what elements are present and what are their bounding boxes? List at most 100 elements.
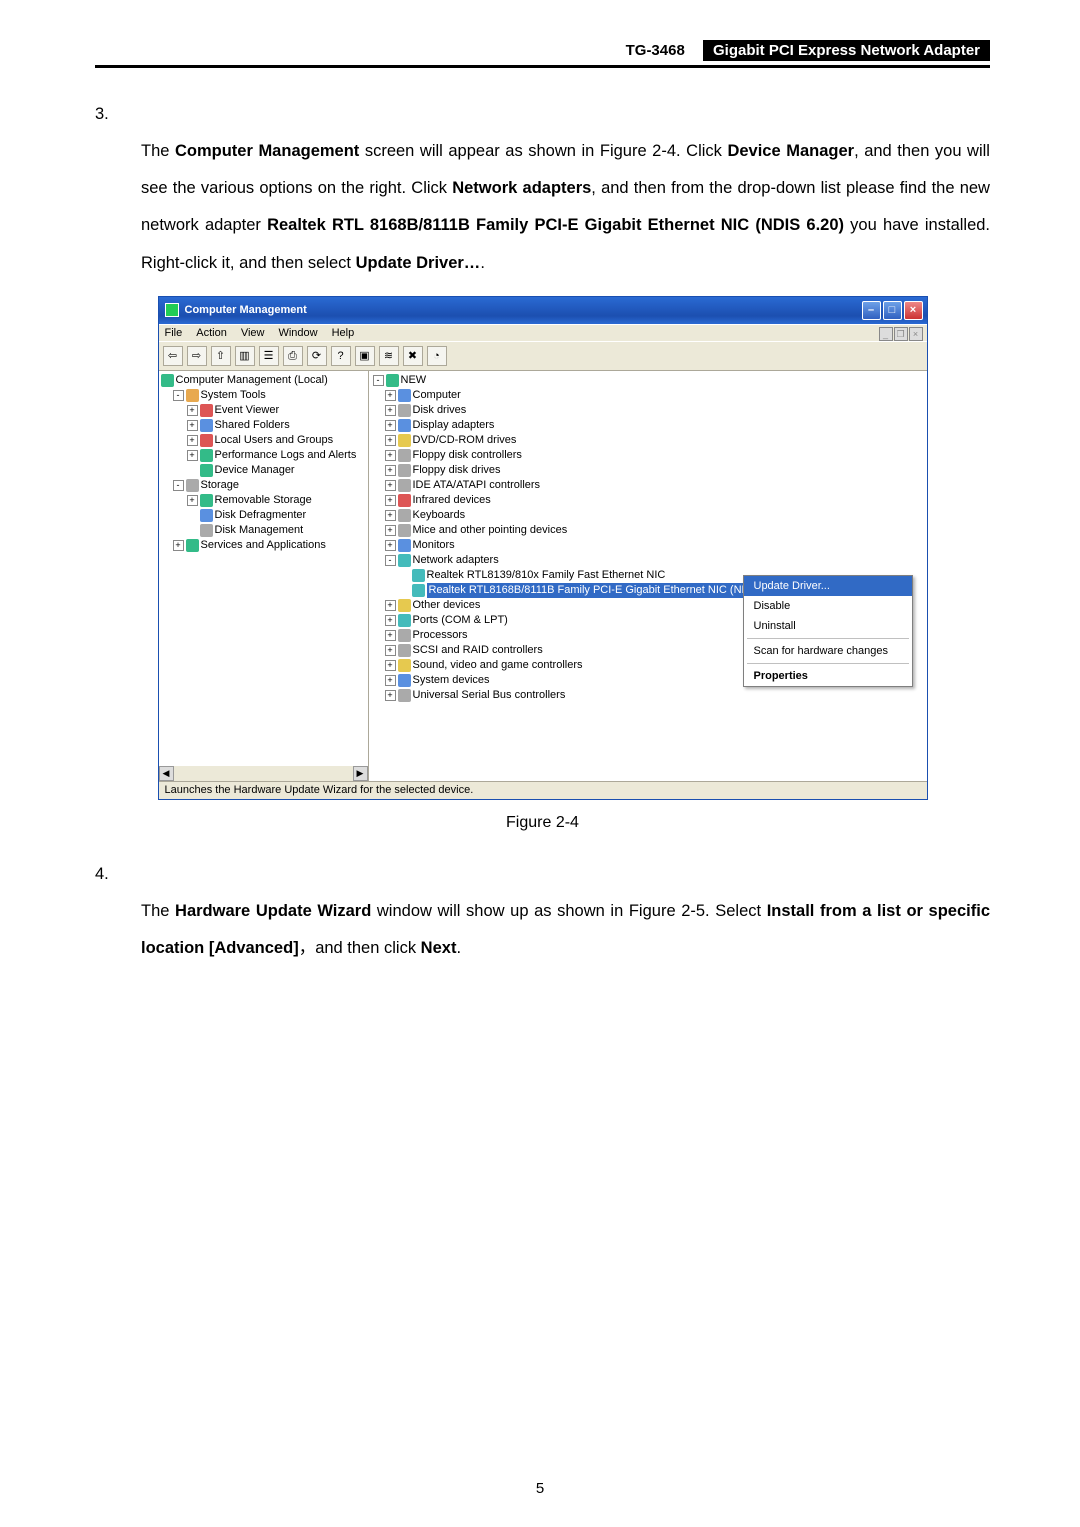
device-floppy-ctrl[interactable]: +Floppy disk controllers [373, 448, 927, 463]
ctx-disable[interactable]: Disable [744, 596, 912, 616]
uninstall-icon[interactable]: ✖ [403, 346, 423, 366]
expand-icon[interactable]: + [385, 630, 396, 641]
document-header: TG-3468 Gigabit PCI Express Network Adap… [95, 40, 990, 68]
mdi-restore-button[interactable]: ❐ [894, 327, 908, 341]
tree-storage[interactable]: -Storage [161, 478, 368, 493]
properties-icon[interactable]: ☰ [259, 346, 279, 366]
device-infrared[interactable]: +Infrared devices [373, 493, 927, 508]
expand-icon[interactable]: + [385, 390, 396, 401]
ctx-uninstall[interactable]: Uninstall [744, 616, 912, 636]
update-icon[interactable]: ◔ [427, 346, 447, 366]
monitor-icon [398, 539, 411, 552]
show-hide-tree-icon[interactable]: ▥ [235, 346, 255, 366]
product-name: Gigabit PCI Express Network Adapter [703, 40, 990, 61]
tree-system-tools[interactable]: -System Tools [161, 388, 368, 403]
device-manager-icon [200, 464, 213, 477]
minimize-button[interactable]: – [862, 301, 881, 320]
device-mice[interactable]: +Mice and other pointing devices [373, 523, 927, 538]
nic-icon [412, 569, 425, 582]
tree-performance-logs[interactable]: +Performance Logs and Alerts [161, 448, 368, 463]
expand-icon[interactable]: + [385, 540, 396, 551]
expand-icon[interactable]: + [385, 645, 396, 656]
device-monitors[interactable]: +Monitors [373, 538, 927, 553]
expand-icon[interactable]: + [385, 600, 396, 611]
expand-icon[interactable]: + [385, 675, 396, 686]
menu-view[interactable]: View [241, 327, 265, 339]
tree-removable-storage[interactable]: +Removable Storage [161, 493, 368, 508]
expand-icon[interactable]: + [385, 525, 396, 536]
mdi-close-button[interactable]: × [909, 327, 923, 341]
expand-icon[interactable]: + [385, 465, 396, 476]
menu-help[interactable]: Help [332, 327, 355, 339]
tree-root[interactable]: Computer Management (Local) [161, 373, 368, 388]
expand-icon[interactable]: + [385, 450, 396, 461]
system-tools-icon [186, 389, 199, 402]
device-root[interactable]: -NEW [373, 373, 927, 388]
up-icon[interactable]: ⇧ [211, 346, 231, 366]
maximize-button[interactable]: □ [883, 301, 902, 320]
expand-icon[interactable]: + [187, 420, 198, 431]
device-display[interactable]: +Display adapters [373, 418, 927, 433]
usb-icon [398, 689, 411, 702]
expand-icon[interactable]: + [187, 435, 198, 446]
scroll-right-icon[interactable]: ▶ [353, 766, 368, 781]
device-floppy-drives[interactable]: +Floppy disk drives [373, 463, 927, 478]
sound-icon [398, 659, 411, 672]
device-dvd[interactable]: +DVD/CD-ROM drives [373, 433, 927, 448]
nav-back-icon[interactable]: ⇦ [163, 346, 183, 366]
ctx-update-driver[interactable]: Update Driver... [744, 576, 912, 596]
help-icon[interactable]: ? [331, 346, 351, 366]
step-3-paragraph: 3. The Computer Management screen will a… [95, 96, 990, 282]
expand-icon[interactable]: + [385, 420, 396, 431]
collapse-icon[interactable]: - [385, 555, 396, 566]
tree-disk-defrag[interactable]: Disk Defragmenter [161, 508, 368, 523]
expand-icon[interactable]: + [385, 615, 396, 626]
scan-hw-icon[interactable]: ≋ [379, 346, 399, 366]
tree-device-manager[interactable]: Device Manager [161, 463, 368, 478]
context-menu: Update Driver... Disable Uninstall Scan … [743, 575, 913, 687]
expand-icon[interactable]: + [385, 435, 396, 446]
device-ide[interactable]: +IDE ATA/ATAPI controllers [373, 478, 927, 493]
mouse-icon [398, 524, 411, 537]
device-keyboards[interactable]: +Keyboards [373, 508, 927, 523]
device-disk-drives[interactable]: +Disk drives [373, 403, 927, 418]
tree-event-viewer[interactable]: +Event Viewer [161, 403, 368, 418]
expand-icon[interactable]: + [385, 510, 396, 521]
tree-services-apps[interactable]: +Services and Applications [161, 538, 368, 553]
collapse-icon[interactable]: - [173, 480, 184, 491]
menu-window[interactable]: Window [278, 327, 317, 339]
nav-forward-icon[interactable]: ⇨ [187, 346, 207, 366]
tree-shared-folders[interactable]: +Shared Folders [161, 418, 368, 433]
expand-icon[interactable]: + [173, 540, 184, 551]
device-usb[interactable]: +Universal Serial Bus controllers [373, 688, 927, 703]
menu-file[interactable]: File [165, 327, 183, 339]
expand-icon[interactable]: + [187, 405, 198, 416]
expand-icon[interactable]: + [187, 450, 198, 461]
mdi-minimize-button[interactable]: _ [879, 327, 893, 341]
horizontal-scrollbar[interactable]: ◀ ▶ [159, 766, 368, 781]
refresh-icon[interactable]: ⟳ [307, 346, 327, 366]
expand-icon[interactable]: + [385, 405, 396, 416]
close-button[interactable]: × [904, 301, 923, 320]
processor-icon [398, 629, 411, 642]
tree-local-users[interactable]: +Local Users and Groups [161, 433, 368, 448]
expand-icon[interactable]: + [385, 690, 396, 701]
expand-icon[interactable]: + [187, 495, 198, 506]
device-icon[interactable]: ▣ [355, 346, 375, 366]
ctx-scan-hardware[interactable]: Scan for hardware changes [744, 641, 912, 661]
window-titlebar[interactable]: Computer Management – □ × [159, 297, 927, 324]
print-icon[interactable]: ⎙ [283, 346, 303, 366]
device-computer[interactable]: +Computer [373, 388, 927, 403]
device-network-adapters[interactable]: -Network adapters [373, 553, 927, 568]
collapse-icon[interactable]: - [173, 390, 184, 401]
expand-icon[interactable]: + [385, 480, 396, 491]
expand-icon[interactable]: + [385, 495, 396, 506]
scroll-left-icon[interactable]: ◀ [159, 766, 174, 781]
menu-action[interactable]: Action [196, 327, 227, 339]
collapse-icon[interactable]: - [373, 375, 384, 386]
figure-caption: Figure 2-4 [95, 814, 990, 832]
page-number: 5 [0, 1480, 1080, 1497]
tree-disk-mgmt[interactable]: Disk Management [161, 523, 368, 538]
expand-icon[interactable]: + [385, 660, 396, 671]
ctx-properties[interactable]: Properties [744, 666, 912, 686]
